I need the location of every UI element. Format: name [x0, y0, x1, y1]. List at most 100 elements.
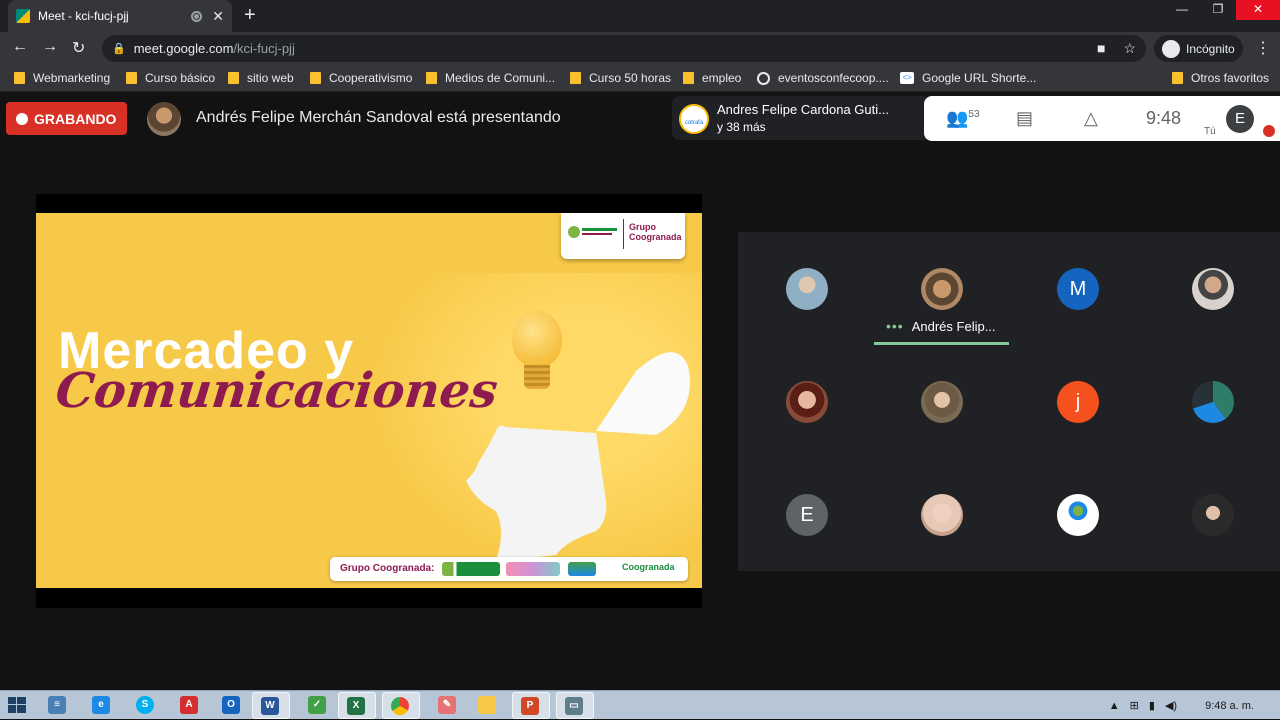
participant-avatar[interactable]	[921, 381, 963, 423]
close-tab-icon[interactable]: ✕	[212, 8, 224, 25]
word-icon[interactable]: W	[252, 692, 290, 719]
chrome-icon[interactable]	[382, 692, 420, 719]
people-button[interactable]: 👥53	[946, 108, 980, 129]
bookmark-item[interactable]: Curso básico	[126, 71, 215, 85]
bookmark-item[interactable]: Cooperativismo	[310, 71, 412, 85]
bookmark-label: Curso 50 horas	[589, 71, 672, 85]
incognito-badge[interactable]: Incógnito	[1154, 35, 1243, 62]
skype-icon[interactable]: S	[134, 694, 156, 716]
people-icon: 👥	[946, 108, 969, 128]
chat-button[interactable]: ▤	[1016, 108, 1033, 129]
recording-badge[interactable]: GRABANDO	[6, 102, 127, 135]
forward-icon[interactable]: →	[42, 38, 58, 56]
bookmark-item[interactable]: Otros favoritos	[1172, 71, 1269, 85]
self-label: Tú	[1204, 126, 1216, 137]
speaking-icon: •••	[886, 318, 904, 334]
network-icon[interactable]: ⊞	[1130, 699, 1139, 712]
bookmark-item[interactable]: Webmarketing	[14, 71, 110, 85]
participant-avatar[interactable]	[1192, 381, 1234, 423]
recording-label: GRABANDO	[34, 110, 117, 127]
excel-icon[interactable]: X	[338, 692, 376, 719]
tray-expand-icon[interactable]: ▲	[1109, 700, 1120, 712]
internet-explorer-icon[interactable]: e	[90, 694, 112, 716]
tab-title: Meet - kci-fucj-pjj	[38, 9, 129, 23]
paint-icon[interactable]: ✎	[436, 694, 458, 716]
globe-icon	[757, 71, 770, 85]
back-icon[interactable]: ←	[12, 38, 28, 56]
participant-avatar[interactable]	[921, 268, 963, 310]
partner-logo-icon	[568, 562, 596, 576]
participant-avatar[interactable]	[786, 268, 828, 310]
activities-button[interactable]: △	[1084, 108, 1098, 129]
participant-avatar[interactable]: E	[786, 494, 828, 536]
participant-avatar[interactable]	[786, 381, 828, 423]
windows-start-icon[interactable]	[8, 697, 26, 713]
bookmark-item[interactable]: empleo	[683, 71, 741, 85]
minimize-icon[interactable]: —	[1164, 0, 1200, 20]
meeting-clock: 9:48	[1146, 108, 1182, 128]
logo-text: Grupo Coogranada	[629, 222, 682, 242]
speaker-name: Andres Felipe Cardona Guti...	[717, 102, 889, 117]
bookmark-label: Cooperativismo	[329, 71, 413, 85]
folder-icon	[426, 72, 437, 84]
speaker-avatar: cotrafa	[679, 104, 709, 134]
windows-taskbar: ≡ e S A O W ✓ X ✎ P ▭ ▲ ⊞ ▮ ◀) 9:48 a. m…	[0, 690, 1280, 719]
speaker-more: y 38 más	[717, 120, 766, 134]
restore-icon[interactable]: ❐	[1200, 0, 1236, 20]
participant-name: Andrés Felip...	[911, 318, 996, 334]
participant-avatar[interactable]	[1192, 268, 1234, 310]
volume-icon[interactable]: ◀)	[1165, 699, 1177, 712]
app-icon[interactable]: ✓	[306, 694, 328, 716]
logo-separator	[623, 219, 624, 249]
url-host: meet.google.com	[133, 41, 234, 56]
presentation-slide: Grupo Coogranada Mercadeo y Comunicacion…	[36, 213, 702, 588]
activities-icon: △	[1084, 108, 1098, 128]
self-avatar[interactable]: E	[1226, 105, 1254, 133]
bookmark-item[interactable]: sitio web	[228, 71, 294, 85]
slide-footer: Grupo Coogranada: Coogranada	[330, 557, 688, 581]
speaker-logo-text: cotrafa	[684, 120, 704, 126]
participant-avatar[interactable]	[921, 494, 963, 536]
window-controls: — ❐ ✕	[1164, 0, 1280, 20]
windows-explorer-icon[interactable]: ≡	[46, 694, 68, 716]
reload-icon[interactable]: ↻	[72, 38, 85, 58]
star-icon[interactable]: ☆	[1123, 40, 1136, 57]
participant-avatar[interactable]	[1057, 494, 1099, 536]
record-dot-icon	[16, 112, 28, 125]
chat-icon: ▤	[1016, 108, 1034, 128]
outlook-icon[interactable]: O	[220, 694, 242, 716]
address-bar[interactable]: 🔒 meet.google.com/kci-fucj-pjj ■ ☆	[102, 35, 1146, 62]
folder-icon	[683, 72, 694, 84]
explorer-folder-icon[interactable]	[476, 694, 498, 716]
close-window-icon[interactable]: ✕	[1236, 0, 1280, 20]
active-speakers[interactable]: cotrafa Andres Felipe Cardona Guti... y …	[672, 96, 926, 140]
taskbar-clock[interactable]: 9:48 a. m.	[1205, 700, 1254, 712]
tab-strip: Meet - kci-fucj-pjj ✕ + — ❐ ✕	[0, 0, 1280, 32]
folder-icon	[14, 72, 25, 84]
powerpoint-icon[interactable]: P	[512, 692, 550, 719]
tab-meet[interactable]: Meet - kci-fucj-pjj ✕	[8, 0, 232, 32]
folder-icon	[126, 72, 137, 84]
bookmark-item[interactable]: Medios de Comuni...	[426, 71, 555, 85]
window-icon[interactable]: ▭	[556, 692, 594, 719]
participant-avatar[interactable]	[1192, 494, 1234, 536]
partner-logo-icon	[506, 562, 560, 576]
folder-icon	[570, 72, 581, 84]
lock-icon: 🔒	[112, 43, 126, 55]
participant-avatar[interactable]: M	[1057, 268, 1099, 310]
bookmark-item[interactable]: Curso 50 horas	[570, 71, 671, 85]
slide-title-line2: Comunicaciones	[53, 363, 501, 419]
bookmark-label: Curso básico	[145, 71, 216, 85]
camera-icon[interactable]: ■	[1097, 40, 1105, 57]
presenter-avatar	[147, 102, 181, 136]
acrobat-icon[interactable]: A	[178, 694, 200, 716]
browser-menu-icon[interactable]: ⋮	[1255, 38, 1271, 58]
signal-icon[interactable]: ▮	[1149, 699, 1155, 712]
recording-indicator-icon	[191, 10, 203, 22]
bookmark-item[interactable]: <> Google URL Shorte...	[900, 71, 1036, 85]
participant-avatar[interactable]: j	[1057, 381, 1099, 423]
bookmark-item[interactable]: eventosconfecoop....	[757, 71, 889, 85]
incognito-label: Incógnito	[1186, 41, 1235, 56]
incognito-icon	[1162, 39, 1180, 58]
new-tab-button[interactable]: +	[244, 4, 256, 26]
